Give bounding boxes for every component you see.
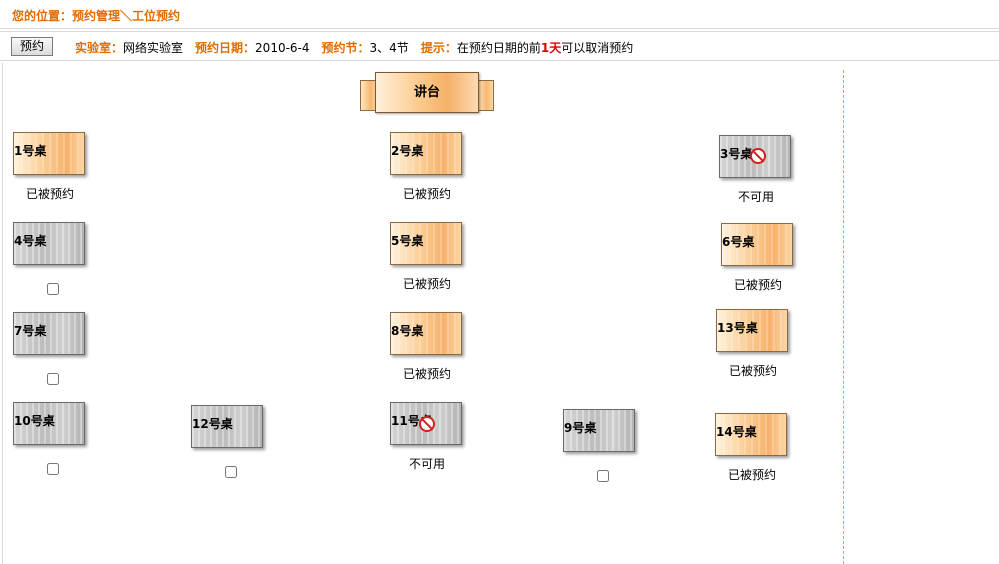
desk-6: 6号桌 bbox=[721, 223, 793, 266]
desk-9: 9号桌 bbox=[563, 409, 635, 452]
desk-1: 1号桌 bbox=[13, 132, 85, 175]
desk-label: 12号桌 bbox=[192, 417, 233, 431]
desk-status: 已被预约 bbox=[402, 187, 451, 201]
lab-label: 实验室： bbox=[75, 41, 124, 55]
desk-label: 3号桌 bbox=[720, 147, 753, 161]
desk-label: 6号桌 bbox=[722, 235, 755, 249]
podium: 讲台 bbox=[360, 72, 495, 113]
desk-9-checkbox[interactable] bbox=[597, 470, 609, 482]
tip-text-pre: 在预约日期的前 bbox=[456, 41, 541, 55]
desk-label: 9号桌 bbox=[564, 421, 597, 435]
breadcrumb-bar: 您的位置：预约管理＼工位预约 bbox=[0, 0, 999, 29]
seat-map-area bbox=[2, 63, 999, 564]
desk-status: 不可用 bbox=[737, 190, 774, 204]
desk-status: 不可用 bbox=[408, 457, 445, 471]
desk-11: 11号桌 bbox=[390, 402, 462, 445]
desk-status: 已被预约 bbox=[728, 364, 777, 378]
unavailable-icon bbox=[419, 416, 435, 432]
desk-14: 14号桌 bbox=[715, 413, 787, 456]
desk-3: 3号桌 bbox=[719, 135, 791, 178]
tip-text-post: 可以取消预约 bbox=[561, 41, 634, 55]
desk-4-checkbox[interactable] bbox=[47, 283, 59, 295]
reserve-button[interactable]: 预约 bbox=[11, 37, 53, 56]
desk-13: 13号桌 bbox=[716, 309, 788, 352]
period-label: 预约节： bbox=[321, 41, 370, 55]
desk-status: 已被预约 bbox=[25, 187, 74, 201]
desk-label: 1号桌 bbox=[14, 144, 47, 158]
desk-12-checkbox[interactable] bbox=[225, 466, 237, 478]
lab-value: 网络实验室 bbox=[123, 41, 184, 55]
tip-days: 1天 bbox=[540, 41, 562, 55]
desk-10-checkbox[interactable] bbox=[47, 463, 59, 475]
unavailable-icon bbox=[750, 148, 766, 164]
desk-7: 7号桌 bbox=[13, 312, 85, 355]
breadcrumb: 您的位置：预约管理＼工位预约 bbox=[12, 9, 181, 23]
desk-label: 4号桌 bbox=[14, 234, 47, 248]
desk-10: 10号桌 bbox=[13, 402, 85, 445]
desk-label: 5号桌 bbox=[391, 234, 424, 248]
desk-4: 4号桌 bbox=[13, 222, 85, 265]
tip-label: 提示： bbox=[420, 41, 457, 55]
date-value: 2010-6-4 bbox=[255, 41, 310, 55]
desk-label: 7号桌 bbox=[14, 324, 47, 338]
desk-5: 5号桌 bbox=[390, 222, 462, 265]
desk-label: 13号桌 bbox=[717, 321, 758, 335]
divider-line bbox=[843, 70, 844, 564]
desk-status: 已被预约 bbox=[402, 367, 451, 381]
desk-status: 已被预约 bbox=[733, 278, 782, 292]
desk-label: 14号桌 bbox=[716, 425, 757, 439]
podium-label: 讲台 bbox=[375, 72, 479, 113]
desk-12: 12号桌 bbox=[191, 405, 263, 448]
desk-8: 8号桌 bbox=[390, 312, 462, 355]
date-label: 预约日期： bbox=[195, 41, 256, 55]
desk-label: 8号桌 bbox=[391, 324, 424, 338]
desk-label: 10号桌 bbox=[14, 414, 55, 428]
desk-7-checkbox[interactable] bbox=[47, 373, 59, 385]
desk-label: 2号桌 bbox=[391, 144, 424, 158]
reservation-info: 实验室：网络实验室 预约日期：2010-6-4 预约节：3、4节 提示：在预约日期的前… bbox=[75, 39, 633, 56]
desk-status: 已被预约 bbox=[402, 277, 451, 291]
period-value: 3、4节 bbox=[369, 41, 409, 55]
desk-status: 已被预约 bbox=[727, 468, 776, 482]
info-bar: 预约 实验室：网络实验室 预约日期：2010-6-4 预约节：3、4节 提示：在预约日… bbox=[0, 31, 999, 61]
desk-2: 2号桌 bbox=[390, 132, 462, 175]
